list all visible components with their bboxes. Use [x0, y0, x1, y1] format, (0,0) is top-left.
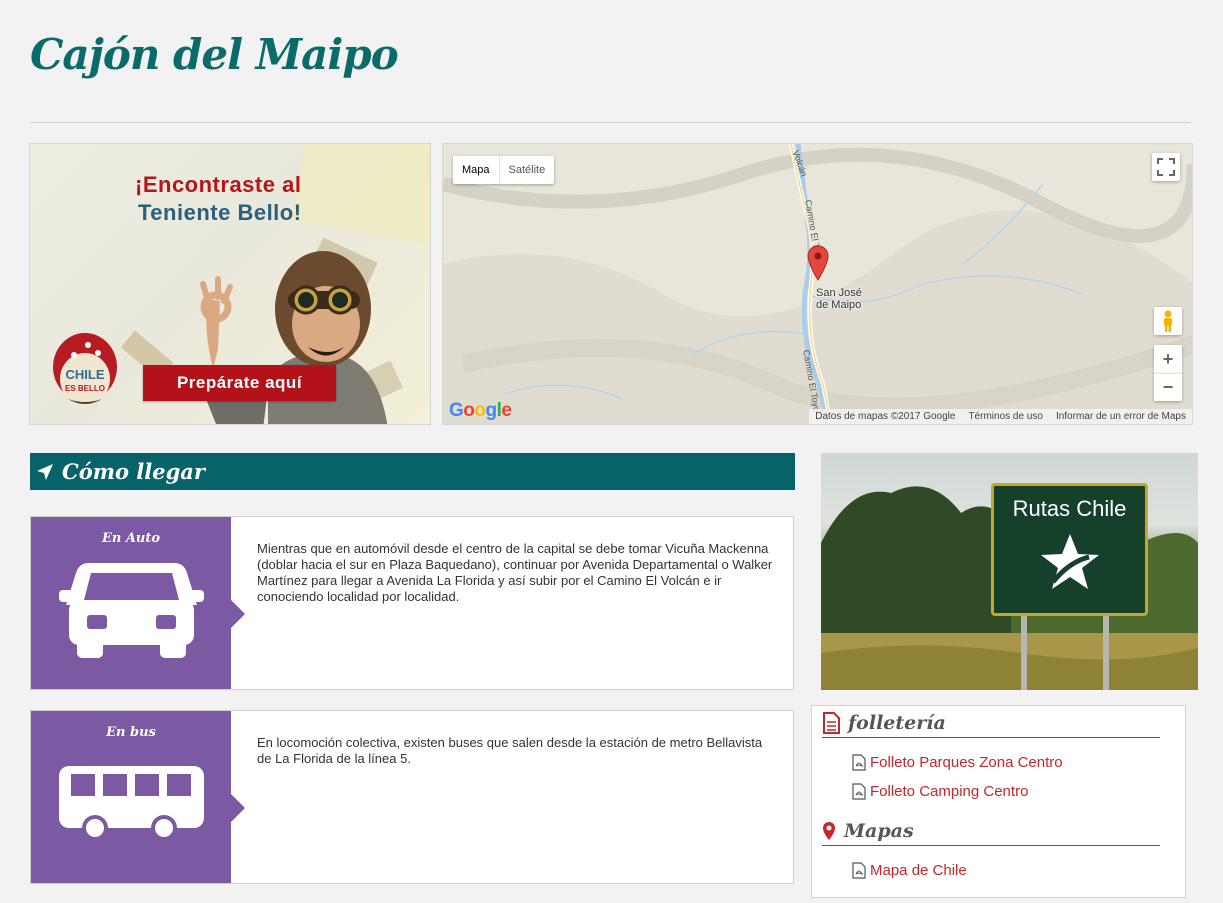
folleteria-label: folletería — [848, 712, 946, 734]
card-side-panel: En Auto — [31, 517, 245, 689]
mapas-heading: Mapas — [822, 817, 1160, 846]
map-data-credit: Datos de mapas ©2017 Google — [815, 411, 956, 422]
fullscreen-button[interactable] — [1152, 153, 1180, 181]
street-view-button[interactable] — [1154, 307, 1182, 335]
map-footer: Datos de mapas ©2017 Google Términos de … — [809, 409, 1192, 424]
folleto-camping-link[interactable]: Folleto Camping Centro — [852, 783, 1028, 800]
folleteria-heading: folletería — [822, 709, 1160, 738]
folleto-parques-link[interactable]: Folleto Parques Zona Centro — [852, 754, 1063, 771]
card-label: En Auto — [101, 531, 161, 546]
bus-icon — [59, 766, 204, 841]
teniente-bello-banner[interactable]: ¡Encontraste al Teniente Bello! Prepárat… — [29, 143, 431, 425]
card-label: En bus — [106, 725, 156, 740]
directions-text-car: Mientras que en automóvil desde el centr… — [257, 541, 773, 604]
car-icon — [59, 563, 204, 658]
banner-headline-2: Teniente Bello! — [138, 200, 302, 225]
map-terrain — [443, 144, 1192, 424]
place-label: San José de Maipo — [816, 287, 862, 311]
map-pin-icon — [823, 822, 835, 840]
title-divider — [30, 122, 1191, 123]
mapa-de-chile-link[interactable]: Mapa de Chile — [852, 862, 967, 879]
page-title: Cajón del Maipo — [30, 30, 399, 79]
pegman-icon — [1164, 310, 1172, 332]
sign-text: Rutas Chile — [1012, 496, 1127, 521]
card-side-panel: En bus — [31, 711, 245, 883]
how-to-get-there-header: Cómo llegar — [30, 453, 795, 490]
google-map[interactable]: Volcán Camino El Toyo Camino El Toyo San… — [442, 143, 1193, 425]
pdf-icon — [852, 783, 866, 800]
zoom-out-button[interactable]: − — [1154, 373, 1182, 401]
terms-link[interactable]: Términos de uso — [968, 409, 1042, 424]
chile-es-bello-logo: CHILE ES BELLO — [53, 333, 117, 405]
downloads-panel: folletería Folleto Parques Zona Centro F… — [811, 705, 1186, 898]
svg-text:CHILE: CHILE — [66, 367, 105, 382]
prepare-button[interactable]: Prepárate aquí — [143, 365, 336, 401]
directions-text-bus: En locomoción colectiva, existen buses q… — [257, 735, 763, 766]
rutas-chile-banner[interactable]: Rutas Chile — [821, 453, 1198, 690]
google-logo: Google — [449, 400, 512, 421]
directions-card-bus: En bus En locomoción colectiva, existen … — [30, 710, 794, 884]
map-type-control: Mapa Satélite — [453, 156, 555, 184]
star-road-icon — [1041, 534, 1099, 589]
rutas-chile-sign: Rutas Chile — [991, 483, 1148, 616]
report-error-link[interactable]: Informar de un error de Maps — [1056, 409, 1186, 424]
map-type-map-button[interactable]: Mapa — [453, 156, 500, 184]
section-title: Cómo llegar — [62, 459, 205, 484]
pdf-icon — [852, 862, 866, 879]
directions-card-car: En Auto Mientras que en automóvil desde … — [30, 516, 794, 690]
document-icon — [823, 712, 840, 734]
map-marker-icon[interactable] — [807, 245, 829, 281]
mapas-label: Mapas — [844, 820, 914, 842]
svg-text:ES BELLO: ES BELLO — [65, 384, 105, 393]
zoom-in-button[interactable]: + — [1154, 345, 1182, 373]
pdf-icon — [852, 754, 866, 771]
navigation-arrow-icon — [37, 463, 53, 480]
fullscreen-icon — [1157, 158, 1175, 176]
map-type-satellite-button[interactable]: Satélite — [500, 156, 555, 184]
banner-headline-1: ¡Encontraste al — [135, 172, 302, 197]
